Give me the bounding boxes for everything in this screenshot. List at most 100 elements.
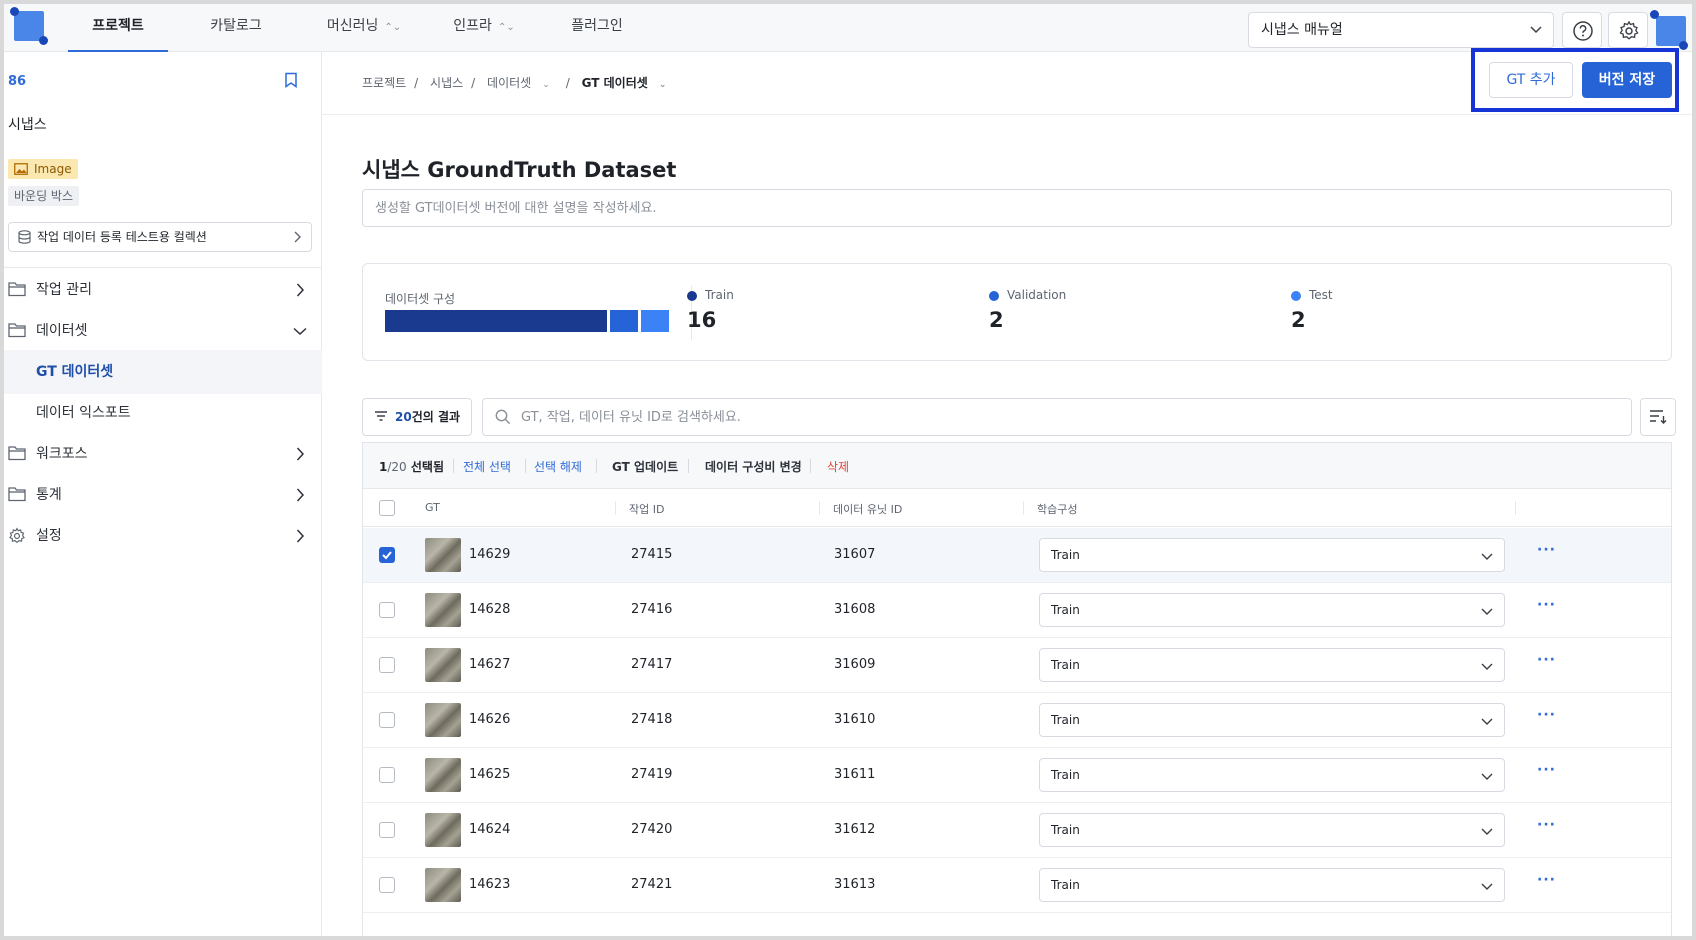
more-options-icon[interactable]: ··· xyxy=(1537,652,1556,668)
nav-tab-plugins[interactable]: 플러그인 xyxy=(552,4,642,52)
row-checkbox[interactable] xyxy=(379,877,395,893)
split-select-value: Train xyxy=(1051,713,1080,727)
chevron-down-icon xyxy=(1530,26,1542,34)
more-options-icon[interactable]: ··· xyxy=(1537,762,1556,778)
breadcrumb-gt-datasets[interactable]: GT 데이터셋 ⌄ xyxy=(582,76,675,90)
select-all-checkbox[interactable] xyxy=(379,500,395,516)
split-select[interactable]: Train xyxy=(1039,868,1505,902)
row-checkbox[interactable] xyxy=(379,822,395,838)
row-checkbox[interactable] xyxy=(379,602,395,618)
table-row[interactable]: 14627 27417 31609 Train ··· xyxy=(363,638,1671,693)
sidebar-item-settings[interactable]: 설정 xyxy=(4,514,322,558)
gear-icon xyxy=(9,527,25,544)
help-button[interactable] xyxy=(1562,12,1602,48)
table-row[interactable]: 14629 27415 31607 Train ··· xyxy=(363,528,1671,583)
train-count: 16 xyxy=(687,308,717,332)
version-description-input[interactable] xyxy=(362,189,1672,227)
data-unit-id: 31610 xyxy=(834,712,876,727)
app-logo[interactable] xyxy=(10,7,50,47)
test-stat: Test 2 xyxy=(1291,288,1491,338)
page-title: 시냅스 GroundTruth Dataset xyxy=(362,158,677,182)
more-options-icon[interactable]: ··· xyxy=(1537,597,1556,613)
search-field[interactable] xyxy=(482,398,1632,436)
search-input[interactable] xyxy=(521,399,1621,435)
data-type-badge: Image xyxy=(8,159,78,179)
data-unit-id: 31612 xyxy=(834,822,876,837)
annotation-type-badge: 바운딩 박스 xyxy=(8,186,80,206)
more-options-icon[interactable]: ··· xyxy=(1537,707,1556,723)
gt-thumbnail[interactable] xyxy=(425,538,461,572)
deselect-button[interactable]: 선택 해제 xyxy=(534,458,582,475)
select-all-button[interactable]: 전체 선택 xyxy=(463,458,511,475)
table-row[interactable]: 14625 27419 31611 Train ··· xyxy=(363,748,1671,803)
row-checkbox[interactable] xyxy=(379,657,395,673)
split-select[interactable]: Train xyxy=(1039,593,1505,627)
toolbar-separator xyxy=(596,459,597,473)
breadcrumb-synapse[interactable]: 시냅스 xyxy=(430,76,463,90)
folder-icon xyxy=(8,323,26,338)
gt-table: 1/20 선택됨 전체 선택 선택 해제 GT 업데이트 데이터 구성비 변경 … xyxy=(362,442,1672,936)
breadcrumb-projects[interactable]: 프로젝트 xyxy=(362,76,406,90)
collection-link[interactable]: 작업 데이터 등록 테스트용 컬렉션 xyxy=(8,222,312,252)
toolbar-separator xyxy=(688,459,689,473)
folder-icon xyxy=(8,446,26,461)
nav-tab-projects[interactable]: 프로젝트 xyxy=(68,4,168,52)
updown-chevron-icon: ⌃⌄ xyxy=(497,22,515,33)
user-avatar[interactable] xyxy=(1648,10,1688,50)
split-select-value: Train xyxy=(1051,823,1080,837)
sidebar-item-data-export[interactable]: 데이터 익스포트 xyxy=(4,391,322,435)
split-select[interactable]: Train xyxy=(1039,538,1505,572)
table-row[interactable]: 14623 27421 31613 Train ··· xyxy=(363,858,1671,913)
more-options-icon[interactable]: ··· xyxy=(1537,542,1556,558)
more-options-icon[interactable]: ··· xyxy=(1537,817,1556,833)
nav-tab-catalog[interactable]: 카탈로그 xyxy=(186,4,286,52)
job-id: 27419 xyxy=(631,767,673,782)
change-ratio-button[interactable]: 데이터 구성비 변경 xyxy=(705,458,802,475)
breadcrumb-separator: / xyxy=(414,76,419,90)
save-version-button[interactable]: 버전 저장 xyxy=(1582,62,1672,98)
delete-button[interactable]: 삭제 xyxy=(827,458,849,475)
job-id: 27418 xyxy=(631,712,673,727)
breadcrumb-datasets[interactable]: 데이터셋 ⌄ xyxy=(487,76,558,90)
nav-tab-machine-learning[interactable]: 머신러닝 ⌃⌄ xyxy=(304,4,424,52)
gt-add-button[interactable]: GT 추가 xyxy=(1489,62,1573,98)
sidebar-item-workforce[interactable]: 워크포스 xyxy=(4,432,322,476)
bookmark-icon[interactable] xyxy=(284,72,298,88)
nav-tab-infra[interactable]: 인프라 ⌃⌄ xyxy=(434,4,534,52)
sidebar-item-job-management[interactable]: 작업 관리 xyxy=(4,268,322,312)
filter-results-button[interactable]: 20건의 결과 xyxy=(362,398,472,436)
more-options-icon[interactable]: ··· xyxy=(1537,872,1556,888)
gt-thumbnail[interactable] xyxy=(425,758,461,792)
gt-update-button[interactable]: GT 업데이트 xyxy=(612,458,678,475)
gt-thumbnail[interactable] xyxy=(425,648,461,682)
table-row[interactable]: 14628 27416 31608 Train ··· xyxy=(363,583,1671,638)
row-checkbox[interactable] xyxy=(379,547,395,563)
manual-select[interactable]: 시냅스 매뉴얼 xyxy=(1248,12,1554,48)
row-checkbox[interactable] xyxy=(379,767,395,783)
toolbar-separator xyxy=(810,459,811,473)
split-select-value: Train xyxy=(1051,548,1080,562)
sidebar-item-stats[interactable]: 통계 xyxy=(4,473,322,517)
split-select[interactable]: Train xyxy=(1039,648,1505,682)
gt-thumbnail[interactable] xyxy=(425,703,461,737)
gt-thumbnail[interactable] xyxy=(425,813,461,847)
validation-dot xyxy=(989,291,999,301)
sort-button[interactable] xyxy=(1640,398,1676,436)
validation-count: 2 xyxy=(989,308,1004,332)
row-checkbox[interactable] xyxy=(379,712,395,728)
split-select[interactable]: Train xyxy=(1039,813,1505,847)
table-row[interactable]: 14624 27420 31612 Train ··· xyxy=(363,803,1671,858)
settings-button[interactable] xyxy=(1608,12,1648,48)
table-row[interactable]: 14626 27418 31610 Train ··· xyxy=(363,693,1671,748)
validation-label: Validation xyxy=(1007,288,1067,302)
split-select[interactable]: Train xyxy=(1039,703,1505,737)
chevron-down-icon xyxy=(1481,773,1493,780)
gt-thumbnail[interactable] xyxy=(425,593,461,627)
collection-label: 작업 데이터 등록 테스트용 컬렉션 xyxy=(37,230,207,244)
sidebar-item-gt-datasets[interactable]: GT 데이터셋 xyxy=(4,350,322,394)
chevron-right-icon xyxy=(296,283,304,297)
breadcrumb-separator: / xyxy=(471,76,476,90)
sidebar-item-datasets[interactable]: 데이터셋 xyxy=(4,309,322,353)
split-select[interactable]: Train xyxy=(1039,758,1505,792)
gt-thumbnail[interactable] xyxy=(425,868,461,902)
